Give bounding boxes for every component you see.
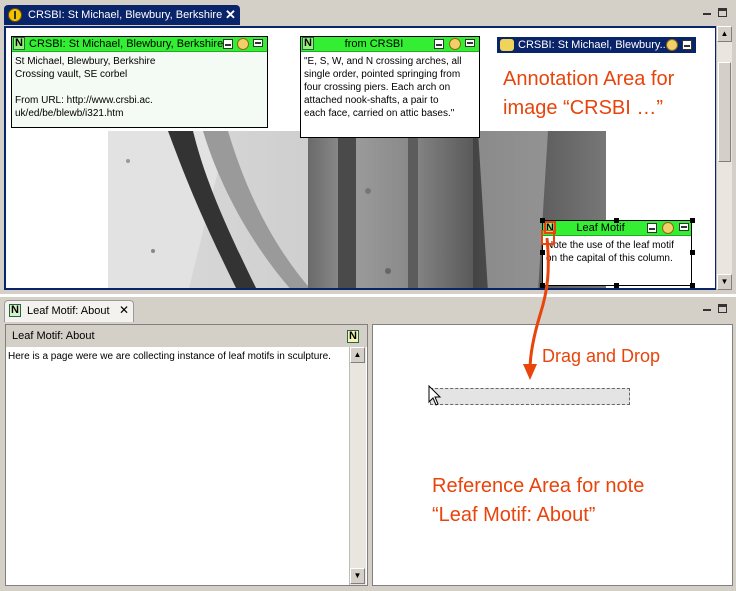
- note-text-pane[interactable]: [5, 324, 368, 586]
- note-text[interactable]: Here is a page were we are collecting in…: [8, 350, 348, 363]
- note-from-crsbi[interactable]: N from CRSBI "E, S, W, and N crossing ar…: [300, 36, 480, 138]
- image-document-icon: [8, 8, 22, 22]
- note-crsbi[interactable]: N CRSBI: St Michael, Blewbury, Berkshire…: [11, 36, 268, 128]
- resize-handle[interactable]: [540, 218, 545, 223]
- maximize-button[interactable]: [716, 7, 728, 17]
- note-pane-title: Leaf Motif: About: [12, 330, 95, 342]
- note-title: from CRSBI: [344, 38, 404, 50]
- callout-drag-drop: Drag and Drop: [542, 346, 661, 366]
- note-pane-header: Leaf Motif: About N: [6, 325, 367, 347]
- annotator-group-icon: [500, 39, 514, 51]
- callout-annotation-line1: Annotation Area for: [503, 68, 675, 90]
- callout-reference-line1: Reference Area for note: [432, 475, 645, 497]
- callout-annotation-line2: image “CRSBI …”: [503, 97, 664, 119]
- maximize-button[interactable]: [716, 303, 728, 313]
- note-title: CRSBI: St Michael, Blewbury...: [518, 39, 669, 51]
- scroll-down-button[interactable]: ▼: [717, 274, 732, 290]
- note-collapsed-crsbi[interactable]: CRSBI: St Michael, Blewbury...: [497, 37, 696, 53]
- resize-handle[interactable]: [690, 218, 695, 223]
- note-icon: N: [347, 330, 359, 343]
- close-icon[interactable]: ✕: [119, 303, 129, 317]
- minimize-button[interactable]: [701, 7, 713, 17]
- vertical-scrollbar[interactable]: ▲ ▼: [349, 347, 366, 585]
- tab-leaf-motif-about[interactable]: N Leaf Motif: About ✕: [4, 300, 134, 322]
- callout-reference-line2: “Leaf Motif: About”: [432, 504, 596, 526]
- scroll-thumb[interactable]: [718, 62, 731, 162]
- collapse-icon[interactable]: [223, 39, 233, 49]
- note-body[interactable]: "E, S, W, and N crossing arches, all sin…: [301, 52, 479, 123]
- annotator-icon[interactable]: [666, 39, 678, 51]
- minimize-icon[interactable]: [253, 39, 263, 47]
- annotator-icon[interactable]: [662, 222, 674, 234]
- mouse-pointer-icon: [428, 385, 442, 406]
- collapse-icon[interactable]: [434, 39, 444, 49]
- drag-preview: [430, 388, 630, 405]
- scroll-up-button[interactable]: ▲: [717, 26, 732, 42]
- resize-handle[interactable]: [690, 283, 695, 288]
- expand-icon[interactable]: [682, 40, 692, 50]
- minimize-button[interactable]: [701, 303, 713, 313]
- resize-handle[interactable]: [690, 250, 695, 255]
- scroll-down-button[interactable]: ▼: [350, 568, 365, 584]
- tab-crsbi-image[interactable]: CRSBI: St Michael, Blewbury, Berkshire ✕: [4, 5, 240, 25]
- note-title: CRSBI: St Michael, Blewbury, Berkshire: [29, 38, 224, 50]
- note-icon: N: [13, 37, 25, 50]
- note-header[interactable]: N from CRSBI: [301, 37, 479, 52]
- scroll-up-button[interactable]: ▲: [350, 347, 365, 363]
- minimize-icon[interactable]: [465, 39, 475, 47]
- note-header[interactable]: N CRSBI: St Michael, Blewbury, Berkshire: [12, 37, 267, 52]
- annotator-icon[interactable]: [237, 38, 249, 50]
- tab-label: Leaf Motif: About: [27, 305, 110, 317]
- resize-handle[interactable]: [614, 283, 619, 288]
- note-icon: N: [9, 304, 21, 317]
- tab-label: CRSBI: St Michael, Blewbury, Berkshire: [28, 9, 223, 21]
- minimize-icon[interactable]: [679, 223, 689, 231]
- collapse-icon[interactable]: [647, 223, 657, 233]
- annotator-icon[interactable]: [449, 38, 461, 50]
- note-body[interactable]: St Michael, Blewbury, Berkshire Crossing…: [12, 52, 267, 123]
- close-icon[interactable]: ✕: [225, 7, 236, 23]
- vertical-scrollbar[interactable]: ▲ ▼: [716, 26, 732, 290]
- resize-handle[interactable]: [614, 218, 619, 223]
